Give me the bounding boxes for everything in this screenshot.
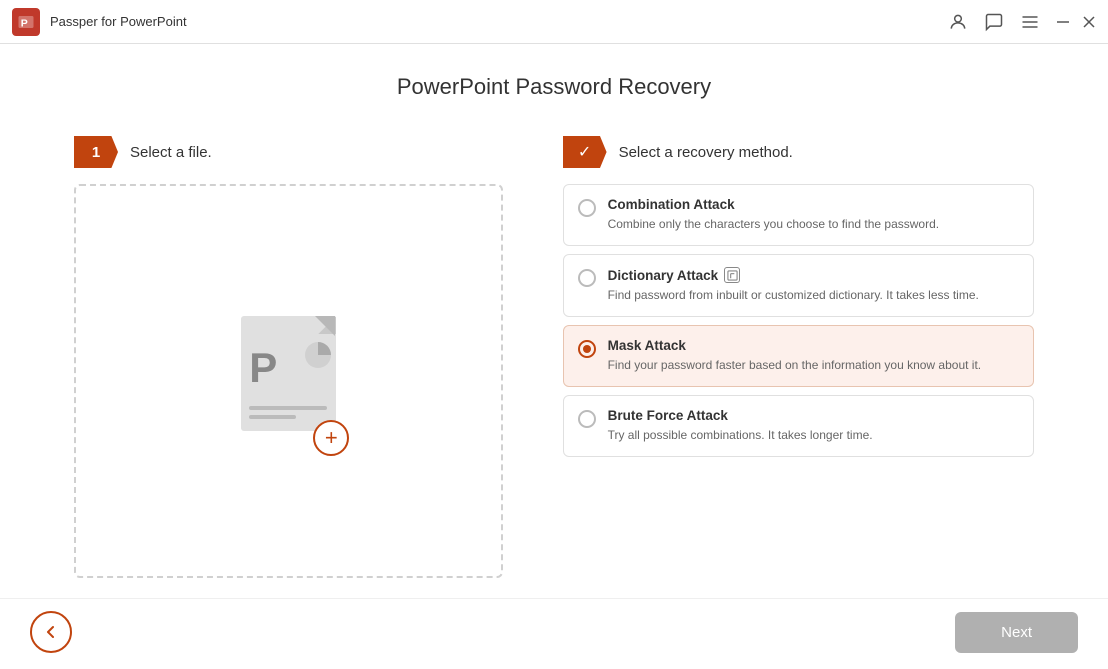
file-drop-area[interactable]: P + xyxy=(74,184,503,578)
option-combination-desc: Combine only the characters you choose t… xyxy=(608,215,940,233)
chat-icon[interactable] xyxy=(984,12,1004,32)
option-combination[interactable]: Combination Attack Combine only the char… xyxy=(563,184,1034,246)
ppt-chart-icon xyxy=(303,340,333,370)
option-brute[interactable]: Brute Force Attack Try all possible comb… xyxy=(563,395,1034,457)
step2-header: ✓ Select a recovery method. xyxy=(563,136,1034,168)
page-title: PowerPoint Password Recovery xyxy=(397,74,711,100)
option-combination-title: Combination Attack xyxy=(608,197,940,212)
option-mask-text: Mask Attack Find your password faster ba… xyxy=(608,338,982,374)
option-brute-desc: Try all possible combinations. It takes … xyxy=(608,426,873,444)
add-file-circle: + xyxy=(313,420,349,456)
ppt-lines xyxy=(249,406,327,424)
option-dictionary[interactable]: Dictionary Attack Find password from inb… xyxy=(563,254,1034,317)
option-combination-text: Combination Attack Combine only the char… xyxy=(608,197,940,233)
radio-mask xyxy=(578,340,596,358)
back-button[interactable] xyxy=(30,611,72,653)
ppt-line-2 xyxy=(249,415,296,419)
menu-icon[interactable] xyxy=(1020,12,1040,32)
window-controls xyxy=(948,12,1096,32)
option-mask[interactable]: Mask Attack Find your password faster ba… xyxy=(563,325,1034,387)
ppt-letter: P xyxy=(249,344,277,392)
ppt-line-1 xyxy=(249,406,327,410)
step1-badge-number: 1 xyxy=(74,136,118,168)
option-dictionary-title: Dictionary Attack xyxy=(608,267,979,283)
bottom-bar: Next xyxy=(0,598,1108,669)
title-bar: P Passper for PowerPoint xyxy=(0,0,1108,44)
radio-brute xyxy=(578,410,596,428)
step2-badge: ✓ xyxy=(563,136,607,168)
option-dictionary-desc: Find password from inbuilt or customized… xyxy=(608,286,979,304)
close-button[interactable] xyxy=(1082,15,1096,29)
left-column: 1 Select a file. P xyxy=(74,136,503,578)
radio-combination xyxy=(578,199,596,217)
option-brute-title: Brute Force Attack xyxy=(608,408,873,423)
app-logo: P xyxy=(12,8,40,36)
option-mask-title: Mask Attack xyxy=(608,338,982,353)
user-icon[interactable] xyxy=(948,12,968,32)
option-mask-desc: Find your password faster based on the i… xyxy=(608,356,982,374)
minimize-button[interactable] xyxy=(1056,15,1070,29)
file-icon: P + xyxy=(233,316,343,446)
recovery-options-list: Combination Attack Combine only the char… xyxy=(563,184,1034,578)
radio-dictionary xyxy=(578,269,596,287)
dictionary-info-icon[interactable] xyxy=(724,267,740,283)
ppt-file-icon: P + xyxy=(233,316,343,446)
step2-check-icon: ✓ xyxy=(563,136,607,168)
step1-label: Select a file. xyxy=(130,144,212,161)
next-button[interactable]: Next xyxy=(955,612,1078,653)
svg-text:P: P xyxy=(21,17,28,29)
app-title: Passper for PowerPoint xyxy=(50,14,187,29)
step1-badge: 1 xyxy=(74,136,118,168)
right-column: ✓ Select a recovery method. Combination … xyxy=(563,136,1034,578)
option-brute-text: Brute Force Attack Try all possible comb… xyxy=(608,408,873,444)
radio-mask-inner xyxy=(583,345,591,353)
option-dictionary-text: Dictionary Attack Find password from inb… xyxy=(608,267,979,304)
step2-label: Select a recovery method. xyxy=(619,144,793,161)
step1-header: 1 Select a file. xyxy=(74,136,503,168)
main-content: PowerPoint Password Recovery 1 Select a … xyxy=(0,44,1108,598)
